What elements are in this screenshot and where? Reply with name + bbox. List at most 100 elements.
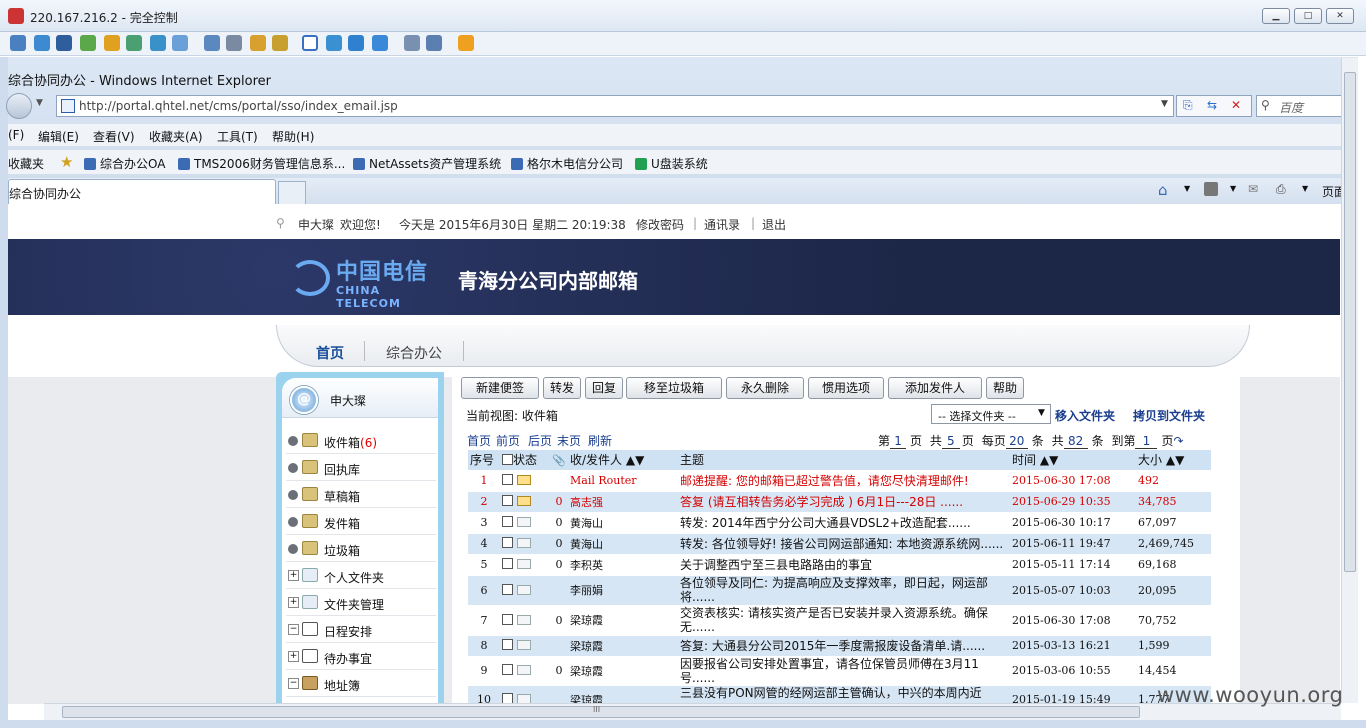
vertical-scrollbar[interactable] bbox=[1341, 58, 1358, 703]
delete-permanent-button[interactable]: 永久删除 bbox=[726, 377, 804, 399]
menu-edit[interactable]: 编辑(E) bbox=[38, 128, 79, 145]
compat-icon[interactable]: ⎘ bbox=[1183, 98, 1193, 113]
table-row[interactable]: 8 梁琼霞 答复: 大通县分公司2015年一季度需报废设备清单.请...... 20… bbox=[468, 635, 1211, 657]
sidebar-item-contacts[interactable]: − 地址簿 bbox=[286, 671, 436, 697]
table-row[interactable]: 10 梁琼霞三县没有PON网管的经网运部主管确认，中兴的本周内近一......2… bbox=[468, 685, 1211, 704]
history-dropdown-icon[interactable]: ▼ bbox=[36, 98, 43, 108]
sort-icon[interactable]: ▲▼ bbox=[1040, 453, 1058, 467]
menu-help[interactable]: 帮助(H) bbox=[272, 128, 314, 145]
row-subject[interactable]: 交资表核实: 请核实资产是否已安装并录入资源系统。确保无...... bbox=[678, 605, 1010, 636]
pager-per-page[interactable]: 20 bbox=[1005, 434, 1028, 449]
fullscreen-icon[interactable] bbox=[302, 35, 318, 51]
new-note-button[interactable]: 新建便签 bbox=[461, 377, 539, 399]
chat-icon[interactable] bbox=[126, 35, 142, 51]
table-row[interactable]: 5 0 李积英 关于调整西宁至三县电路路由的事宜 2015-05-11 17:14 69… bbox=[468, 554, 1211, 576]
window-icon[interactable] bbox=[348, 35, 364, 51]
pager-next[interactable]: 后页 bbox=[528, 432, 552, 449]
sidebar-item-sent[interactable]: 发件箱 bbox=[286, 509, 436, 535]
row-checkbox[interactable] bbox=[502, 495, 513, 506]
move-to-folder-link[interactable]: 移入文件夹 bbox=[1055, 407, 1115, 424]
row-from[interactable]: 李积英 bbox=[568, 554, 678, 576]
scale-icon[interactable] bbox=[372, 35, 388, 51]
copy-icon[interactable] bbox=[404, 35, 420, 51]
table-row[interactable]: 9 0 梁琼霞 因要报省公司安排处置事宜，请各位保管员师傅在3月11号...... 2… bbox=[468, 656, 1211, 686]
row-subject[interactable]: 答复: 大通县分公司2015年一季度需报废设备清单.请...... bbox=[678, 635, 1010, 657]
lock-icon[interactable] bbox=[250, 35, 266, 51]
row-subject[interactable]: 关于调整西宁至三县电路路由的事宜 bbox=[678, 554, 1010, 576]
nav-oa[interactable]: 综合办公 bbox=[386, 343, 442, 363]
row-subject[interactable]: 转发: 2014年西宁分公司大通县VDSL2+改造配套...... bbox=[678, 512, 1010, 534]
pager-goto-input[interactable]: 1 bbox=[1135, 434, 1158, 449]
row-checkbox[interactable] bbox=[502, 639, 513, 650]
col-from[interactable]: 收/发件人 ▲▼ bbox=[568, 450, 678, 471]
power-icon[interactable] bbox=[104, 35, 120, 51]
menu-favorites[interactable]: 收藏夹(A) bbox=[149, 128, 203, 145]
collapse-icon[interactable]: − bbox=[288, 624, 299, 635]
sidebar-item-inbox[interactable]: 收件箱(6) bbox=[286, 428, 436, 454]
row-from[interactable]: 梁琼霞 bbox=[568, 635, 678, 657]
row-subject[interactable]: 各位领导及同仁: 为提高响应及支撑效率，即日起，网运部将...... bbox=[678, 575, 1010, 606]
scroll-thumb[interactable]: III bbox=[62, 705, 1140, 718]
pager-first[interactable]: 首页 bbox=[467, 432, 491, 449]
nav-home[interactable]: 首页 bbox=[316, 343, 344, 363]
sidebar-item-receipts[interactable]: 回执库 bbox=[286, 455, 436, 481]
row-from[interactable]: Mail Router bbox=[568, 470, 678, 492]
col-time[interactable]: 时间 ▲▼ bbox=[1010, 450, 1136, 471]
row-from[interactable]: 梁琼霞 bbox=[568, 656, 678, 686]
address-bar[interactable]: http://portal.qhtel.net/cms/portal/sso/i… bbox=[56, 95, 1174, 117]
address-book-link[interactable]: 通讯录 bbox=[704, 216, 740, 233]
message-icon[interactable] bbox=[172, 35, 188, 51]
table-row[interactable]: 6 李丽娟 各位领导及同仁: 为提高响应及支撑效率，即日起，网运部将...... 2… bbox=[468, 575, 1211, 606]
feed-dropdown-icon[interactable]: ▼ bbox=[1230, 184, 1236, 193]
table-row[interactable]: 1 Mail Router 邮递提醒: 您的邮箱已超过警告值，请您尽快清理邮件! 2… bbox=[468, 470, 1211, 492]
row-checkbox[interactable] bbox=[502, 583, 513, 595]
row-checkbox[interactable] bbox=[502, 537, 513, 548]
screen-icon[interactable] bbox=[10, 35, 26, 51]
row-from[interactable]: 李丽娟 bbox=[568, 575, 678, 606]
sidebar-item-folder-manage[interactable]: + 文件夹管理 bbox=[286, 590, 436, 616]
pager-refresh[interactable]: 刷新 bbox=[588, 432, 612, 449]
fav-item[interactable]: NetAssets资产管理系统 bbox=[353, 155, 501, 172]
refresh-icon[interactable]: ⇆ bbox=[1207, 98, 1217, 112]
sidebar-item-personal[interactable]: + 个人文件夹 bbox=[286, 563, 436, 589]
scroll-thumb[interactable] bbox=[1344, 72, 1356, 572]
folder-select[interactable]: -- 选择文件夹 -- ▼ bbox=[931, 404, 1051, 424]
menu-tools[interactable]: 工具(T) bbox=[217, 128, 258, 145]
horizontal-scrollbar[interactable]: III bbox=[44, 703, 1341, 720]
sort-icon[interactable]: ▲▼ bbox=[1166, 453, 1184, 467]
expand-icon[interactable]: + bbox=[288, 570, 299, 581]
feed-icon[interactable] bbox=[1204, 182, 1218, 196]
preferences-button[interactable]: 惯用选项 bbox=[808, 377, 884, 399]
add-sender-button[interactable]: 添加发件人 bbox=[888, 377, 982, 399]
row-checkbox[interactable] bbox=[502, 613, 513, 625]
row-from[interactable]: 高志强 bbox=[568, 491, 678, 513]
col-subject[interactable]: 主题 bbox=[678, 450, 1010, 471]
change-password-link[interactable]: 修改密码 bbox=[636, 216, 684, 233]
logout-link[interactable]: 退出 bbox=[762, 216, 786, 233]
menu-view[interactable]: 查看(V) bbox=[93, 128, 135, 145]
row-from[interactable]: 梁琼霞 bbox=[568, 685, 678, 704]
sort-icon[interactable]: ▲▼ bbox=[626, 453, 644, 467]
sidebar-item-drafts[interactable]: 草稿箱 bbox=[286, 482, 436, 508]
move-to-trash-button[interactable]: 移至垃圾箱 bbox=[626, 377, 722, 399]
sidebar-item-schedule[interactable]: − 日程安排 bbox=[286, 617, 436, 643]
forward-button[interactable]: 转发 bbox=[543, 377, 581, 399]
close-button[interactable]: ✕ bbox=[1326, 8, 1354, 24]
transfer-icon[interactable] bbox=[80, 35, 96, 51]
row-subject[interactable]: 邮递提醒: 您的邮箱已超过警告值，请您尽快清理邮件! bbox=[678, 470, 1010, 492]
print-icon[interactable]: ⎙ bbox=[1276, 182, 1286, 197]
fav-item[interactable]: TMS2006财务管理信息系... bbox=[178, 155, 345, 172]
row-subject[interactable]: 答复 (请互相转告务必学习完成 ) 6月1日---28日 ...... bbox=[678, 491, 1010, 513]
address-dropdown-icon[interactable]: ▼ bbox=[1161, 99, 1168, 109]
row-subject[interactable]: 转发: 各位领导好! 接省公司网运部通知: 本地资源系统网...... bbox=[678, 533, 1010, 555]
row-checkbox[interactable] bbox=[502, 474, 513, 485]
terminal-icon[interactable] bbox=[56, 35, 72, 51]
row-from[interactable]: 黄海山 bbox=[568, 533, 678, 555]
pager-prev[interactable]: 前页 bbox=[496, 432, 520, 449]
menu-file[interactable]: (F) bbox=[8, 128, 24, 142]
expand-icon[interactable]: + bbox=[288, 651, 299, 662]
unlock-icon[interactable] bbox=[272, 35, 288, 51]
table-row[interactable]: 7 0 梁琼霞 交资表核实: 请核实资产是否已安装并录入资源系统。确保无......… bbox=[468, 605, 1211, 636]
collapse-icon[interactable]: − bbox=[288, 678, 299, 689]
minimize-button[interactable]: ▁ bbox=[1262, 8, 1290, 24]
